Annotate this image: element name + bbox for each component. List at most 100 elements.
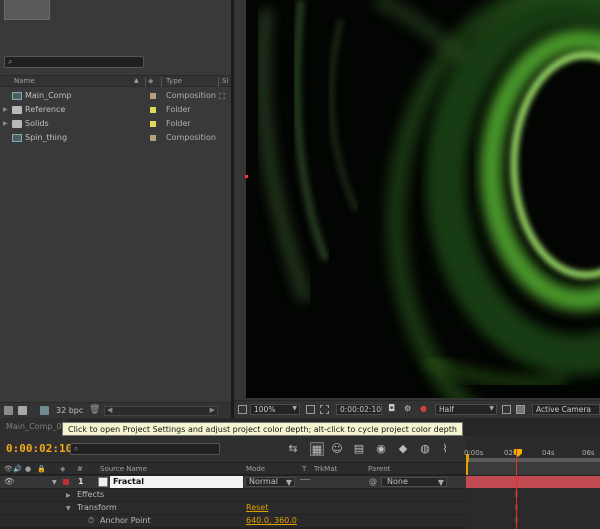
expand-triangle-icon[interactable]: ▶ — [3, 120, 8, 127]
project-item-type: Composition — [166, 133, 216, 142]
solo-icon: ● — [25, 465, 32, 473]
column-t: T — [302, 465, 307, 473]
anchor-point-value[interactable]: 640.0, 360.0 — [246, 516, 297, 525]
transparency-grid-icon[interactable] — [516, 405, 525, 414]
timeline-search-input[interactable]: ⌕ — [70, 443, 220, 455]
label-color-swatch[interactable] — [150, 121, 156, 127]
label-color-swatch[interactable] — [150, 93, 156, 99]
blend-mode-dropdown[interactable]: Normal ▼ — [245, 477, 295, 487]
label-color-swatch[interactable] — [150, 135, 156, 141]
av-switches-icon: 👁 — [4, 465, 13, 473]
effects-label: Effects — [77, 490, 105, 499]
label-tag-icon[interactable]: ◈ — [148, 77, 153, 85]
sort-arrow-icon[interactable]: ▲ — [134, 77, 139, 84]
safe-margins-icon[interactable] — [306, 405, 315, 414]
interpret-footage-icon[interactable] — [4, 406, 13, 415]
project-panel: ⌕ Name ▲ ◈ Type Si Main_Comp Composition… — [0, 0, 231, 418]
viewer-timecode-value: 0:00:02:10 — [340, 405, 381, 414]
camera-dropdown[interactable]: Active Camera — [532, 404, 600, 415]
always-preview-icon[interactable] — [238, 405, 247, 414]
magnification-value: 100% — [254, 405, 276, 414]
composition-canvas[interactable] — [246, 0, 600, 398]
column-type[interactable]: Type — [166, 77, 182, 85]
expand-triangle-icon[interactable]: ▶ — [3, 106, 8, 113]
layer-row-fractal[interactable]: 👁 ▼ 1 Fractal Normal ▼ @ None ▼ — [0, 476, 466, 488]
bit-depth-button[interactable]: 32 bpc — [56, 406, 83, 415]
composition-viewer: 100% ▼ 0:00:02:10 ◘ ⚙ ● Half ▼ Active Ca… — [234, 0, 600, 418]
snapshot-icon[interactable]: ◘ — [388, 404, 395, 414]
frame-blending-icon[interactable]: ▤ — [352, 442, 366, 456]
column-size[interactable]: Si — [222, 77, 228, 85]
project-item-name: Solids — [25, 119, 49, 128]
camera-value: Active Camera — [536, 405, 592, 414]
solid-swatch-icon — [98, 477, 108, 487]
resolution-dropdown[interactable]: Half ▼ — [435, 404, 497, 415]
region-of-interest-icon[interactable] — [320, 405, 329, 414]
motion-blur-icon[interactable]: ◉ — [374, 442, 388, 456]
scroll-right-arrow-icon[interactable]: ▶ — [210, 406, 215, 414]
project-item-solids[interactable]: ▶ Solids Folder — [0, 117, 231, 131]
show-snapshot-icon[interactable]: ⚙ — [404, 404, 411, 413]
project-item-reference[interactable]: ▶ Reference Folder — [0, 103, 231, 117]
project-search-input[interactable]: ⌕ — [4, 56, 144, 68]
graph-editor-icon[interactable]: ◆ — [396, 442, 410, 456]
composition-icon — [12, 92, 22, 100]
composition-mini-flowchart-icon[interactable]: ⇆ — [286, 442, 300, 456]
project-horizontal-scrollbar[interactable]: ◀ ▶ — [104, 406, 218, 416]
brainstorm-icon[interactable]: ◍ — [418, 442, 432, 456]
blend-mode-value: Normal — [249, 477, 278, 486]
new-composition-icon[interactable] — [40, 406, 49, 415]
stopwatch-icon[interactable]: ⏱ — [88, 516, 94, 526]
layer-duration-bar[interactable] — [466, 476, 600, 488]
label-color-swatch[interactable] — [150, 107, 156, 113]
magnification-dropdown[interactable]: 100% ▼ — [250, 404, 300, 415]
column-trkmat: TrkMat — [314, 465, 338, 473]
time-ruler[interactable]: 0:00s 02s 04s 06s — [464, 436, 600, 462]
chevron-down-icon: ▼ — [292, 405, 297, 412]
current-time-display[interactable]: 0:00:02:10 — [6, 442, 72, 455]
expand-triangle-icon[interactable]: ▼ — [52, 479, 57, 486]
viewer-timecode[interactable]: 0:00:02:10 — [336, 404, 382, 415]
search-icon: ⌕ — [8, 57, 13, 66]
project-item-main-comp[interactable]: Main_Comp Composition ⛶ — [0, 89, 231, 103]
timeline-header-track — [466, 462, 600, 475]
collapse-triangle-icon[interactable]: ▼ — [66, 505, 71, 512]
visibility-eye-icon[interactable]: 👁 — [4, 477, 14, 486]
layer-index: 1 — [78, 477, 84, 486]
project-item-spin-thing[interactable]: Spin_thing Composition — [0, 131, 231, 145]
reset-link[interactable]: Reset — [246, 503, 268, 512]
tab-main-comp[interactable]: Main_Comp_0 — [0, 418, 68, 436]
label-color-swatch[interactable] — [63, 479, 69, 485]
layer-name: Fractal — [113, 477, 145, 486]
timeline-track-area[interactable]: I I I — [466, 476, 600, 529]
parent-value: None — [387, 477, 408, 486]
parent-dropdown[interactable]: None ▼ — [381, 477, 447, 487]
trash-icon[interactable]: 🗑 — [89, 405, 100, 415]
work-area-start-handle[interactable] — [466, 454, 469, 462]
resolution-value: Half — [439, 405, 454, 414]
project-column-header: Name ▲ ◈ Type Si — [0, 75, 231, 87]
anchor-point-row[interactable]: ⏱ Anchor Point 640.0, 360.0 — [0, 515, 466, 527]
shy-layers-icon[interactable]: ☺ — [330, 442, 344, 456]
anchor-marker — [245, 175, 248, 178]
expand-triangle-icon[interactable]: ▶ — [66, 492, 71, 499]
scroll-left-arrow-icon[interactable]: ◀ — [107, 406, 112, 414]
new-folder-icon[interactable] — [18, 406, 27, 415]
transform-row[interactable]: ▼ Transform Reset — [0, 502, 466, 514]
playhead-line[interactable] — [516, 449, 517, 529]
composition-icon — [12, 134, 22, 142]
effects-row[interactable]: ▶ Effects — [0, 489, 466, 501]
parent-pickwhip-icon[interactable]: @ — [369, 477, 377, 486]
viewer-toolbar: 100% ▼ 0:00:02:10 ◘ ⚙ ● Half ▼ Active Ca… — [234, 400, 600, 418]
fast-preview-icon[interactable] — [502, 405, 511, 414]
fractal-render — [255, 0, 600, 398]
flowchart-icon[interactable]: ⛶ — [219, 92, 225, 102]
column-source-name[interactable]: Source Name — [100, 465, 147, 473]
color-channels-icon[interactable]: ● — [420, 404, 427, 413]
graph-icon[interactable]: ⌇ — [438, 442, 452, 456]
project-footer: 32 bpc 🗑 ◀ ▶ — [0, 402, 231, 418]
draft-3d-icon[interactable]: ▦ — [310, 442, 324, 456]
column-name[interactable]: Name — [14, 77, 35, 85]
layer-name-field[interactable]: Fractal — [110, 476, 243, 488]
timeline-toolbar: 0:00:02:10 ⌕ ⇆ ▦ ☺ ▤ ◉ ◆ ◍ ⌇ 0:00s 02s 0… — [0, 436, 600, 462]
